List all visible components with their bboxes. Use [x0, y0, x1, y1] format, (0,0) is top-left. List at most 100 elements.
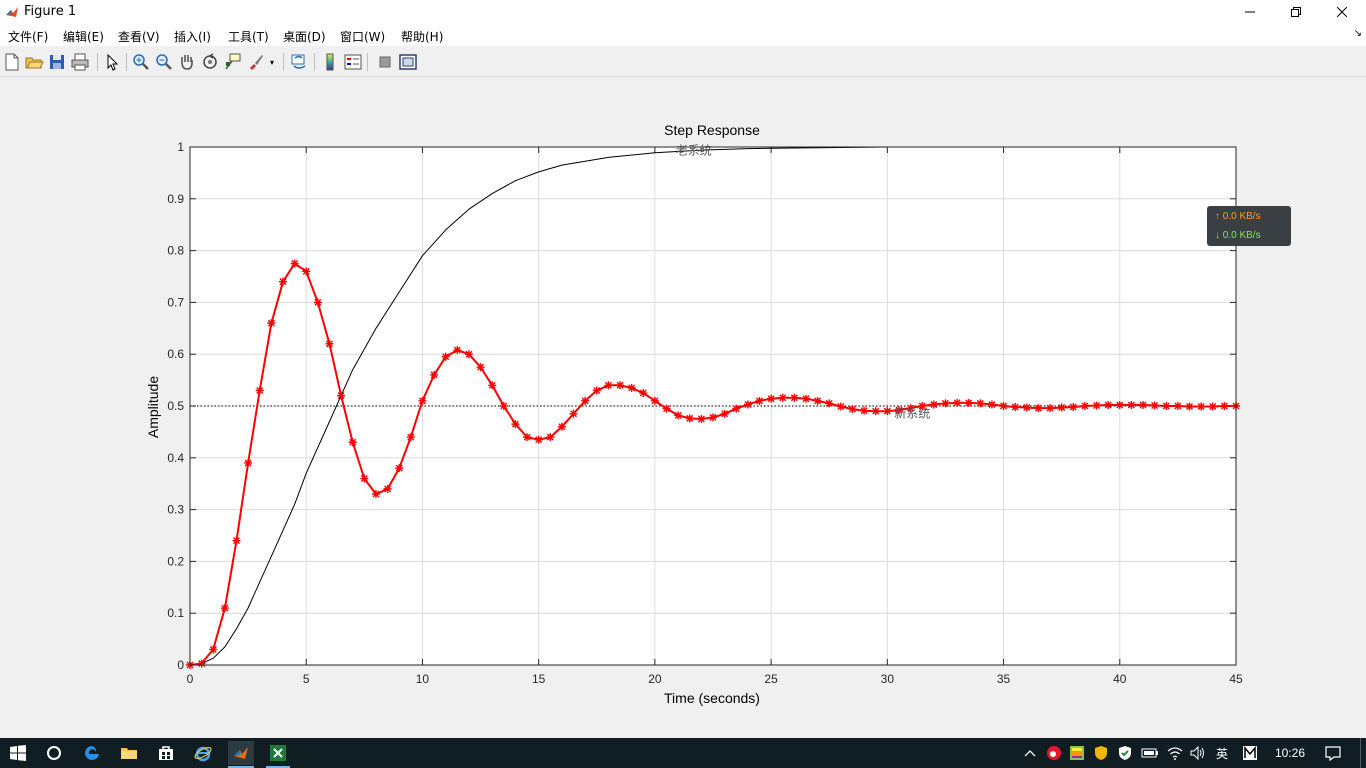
data-point-marker[interactable] — [964, 398, 973, 407]
data-point-marker[interactable] — [1162, 402, 1171, 410]
wifi-tray[interactable] — [1165, 744, 1185, 762]
data-point-marker[interactable] — [1115, 400, 1124, 409]
data-point-marker[interactable] — [1057, 403, 1066, 412]
data-point-marker[interactable] — [929, 400, 938, 409]
close-button[interactable] — [1319, 0, 1365, 24]
network-speed-widget[interactable]: ↑ 0.0 KB/s ↓ 0.0 KB/s — [1207, 206, 1291, 246]
pointer-icon[interactable] — [102, 52, 122, 72]
rotate-3d-icon[interactable] — [200, 52, 220, 72]
link-plot-icon[interactable] — [289, 52, 309, 72]
menu-help[interactable]: 帮助(H) — [401, 28, 443, 45]
colorbar-icon[interactable] — [320, 52, 340, 72]
data-point-marker[interactable] — [976, 399, 985, 408]
data-point-marker[interactable] — [674, 411, 683, 420]
data-point-marker[interactable] — [290, 259, 299, 268]
data-point-marker[interactable] — [557, 422, 566, 431]
data-point-marker[interactable] — [801, 394, 810, 403]
menu-expand-icon[interactable]: ↘ — [1354, 28, 1362, 39]
data-point-marker[interactable] — [709, 413, 717, 422]
menu-window[interactable]: 窗口(W) — [340, 28, 385, 45]
data-point-marker[interactable] — [1139, 400, 1148, 409]
data-point-marker[interactable] — [953, 398, 962, 407]
data-point-marker[interactable] — [1080, 402, 1089, 410]
defender-tray[interactable] — [1116, 744, 1134, 762]
weibo-tray[interactable] — [1045, 744, 1063, 762]
excel-task[interactable] — [266, 741, 290, 768]
data-point-marker[interactable] — [720, 409, 729, 418]
data-point-marker[interactable] — [848, 405, 857, 414]
data-point-marker[interactable] — [360, 474, 369, 483]
data-point-marker[interactable] — [697, 414, 706, 423]
legend-icon[interactable] — [343, 52, 363, 72]
file-explorer-button[interactable] — [117, 741, 141, 765]
zoom-in-icon[interactable] — [131, 52, 151, 72]
cortana-button[interactable] — [42, 741, 66, 765]
data-point-marker[interactable] — [371, 490, 380, 499]
show-hidden-icons-button[interactable] — [1022, 744, 1038, 762]
data-point-marker[interactable] — [313, 298, 322, 307]
show-desktop-button[interactable] — [1360, 738, 1366, 768]
data-point-marker[interactable] — [650, 396, 659, 405]
data-point-marker[interactable] — [488, 381, 497, 390]
data-point-marker[interactable] — [267, 319, 276, 328]
data-point-marker[interactable] — [1197, 402, 1206, 411]
data-point-marker[interactable] — [836, 402, 845, 411]
data-point-marker[interactable] — [987, 400, 996, 409]
data-point-marker[interactable] — [1104, 400, 1113, 409]
data-point-marker[interactable] — [1011, 403, 1020, 412]
data-point-marker[interactable] — [383, 484, 392, 493]
menu-desktop[interactable]: 桌面(D) — [283, 28, 326, 45]
data-point-marker[interactable] — [871, 407, 880, 416]
restore-button[interactable] — [1273, 0, 1319, 24]
data-point-marker[interactable] — [592, 386, 601, 395]
menu-edit[interactable]: 编辑(E) — [63, 28, 104, 45]
data-point-marker[interactable] — [1208, 402, 1217, 411]
data-point-marker[interactable] — [778, 393, 787, 402]
security-tray[interactable] — [1092, 744, 1110, 762]
data-point-marker[interactable] — [941, 399, 950, 408]
data-point-marker[interactable] — [1173, 402, 1182, 410]
data-point-marker[interactable] — [825, 399, 834, 408]
data-point-marker[interactable] — [790, 393, 799, 402]
data-point-marker[interactable] — [232, 536, 241, 545]
data-point-marker[interactable] — [639, 389, 648, 398]
data-point-marker[interactable] — [1022, 403, 1031, 412]
data-point-marker[interactable] — [616, 381, 625, 390]
data-point-marker[interactable] — [278, 277, 287, 286]
data-point-marker[interactable] — [569, 409, 578, 418]
matlab-task[interactable] — [228, 741, 254, 768]
data-point-marker[interactable] — [337, 391, 346, 400]
edge-button[interactable] — [80, 741, 104, 765]
step-response-plot[interactable]: 0 5 10 15 20 25 30 35 40 45 0 0.1 0.2 0.3 0.4 0.5 0.6 0.7… — [0, 77, 1366, 738]
data-point-marker[interactable] — [476, 363, 485, 372]
data-point-marker[interactable] — [209, 645, 218, 654]
data-point-marker[interactable] — [813, 396, 822, 405]
data-point-marker[interactable] — [604, 381, 613, 390]
menu-file[interactable]: 文件(F) — [8, 28, 48, 45]
open-file-icon[interactable] — [24, 52, 44, 72]
data-point-marker[interactable] — [1220, 402, 1229, 410]
zoom-out-icon[interactable] — [154, 52, 174, 72]
taskbar-clock[interactable]: 10:26 — [1275, 746, 1305, 760]
ie-button[interactable] — [191, 741, 215, 765]
data-point-marker[interactable] — [348, 438, 357, 447]
data-point-marker[interactable] — [1034, 404, 1043, 413]
brush-icon[interactable] — [246, 52, 266, 72]
data-point-marker[interactable] — [883, 407, 892, 416]
data-point-marker[interactable] — [662, 404, 671, 413]
data-cursor-icon[interactable] — [223, 52, 243, 72]
data-point-marker[interactable] — [418, 396, 427, 405]
data-point-marker[interactable] — [325, 339, 334, 348]
data-point-marker[interactable] — [430, 370, 439, 379]
data-point-marker[interactable] — [441, 352, 450, 361]
start-button[interactable] — [6, 741, 30, 765]
data-point-marker[interactable] — [1069, 403, 1078, 412]
menu-tools[interactable]: 工具(T) — [228, 28, 269, 45]
print-icon[interactable] — [70, 52, 90, 72]
action-center-button[interactable] — [1322, 744, 1344, 762]
data-point-marker[interactable] — [627, 383, 636, 392]
brush-dropdown-icon[interactable]: ▾ — [270, 58, 274, 67]
data-point-marker[interactable] — [1092, 401, 1101, 410]
data-point-marker[interactable] — [395, 464, 404, 473]
data-point-marker[interactable] — [523, 433, 532, 442]
